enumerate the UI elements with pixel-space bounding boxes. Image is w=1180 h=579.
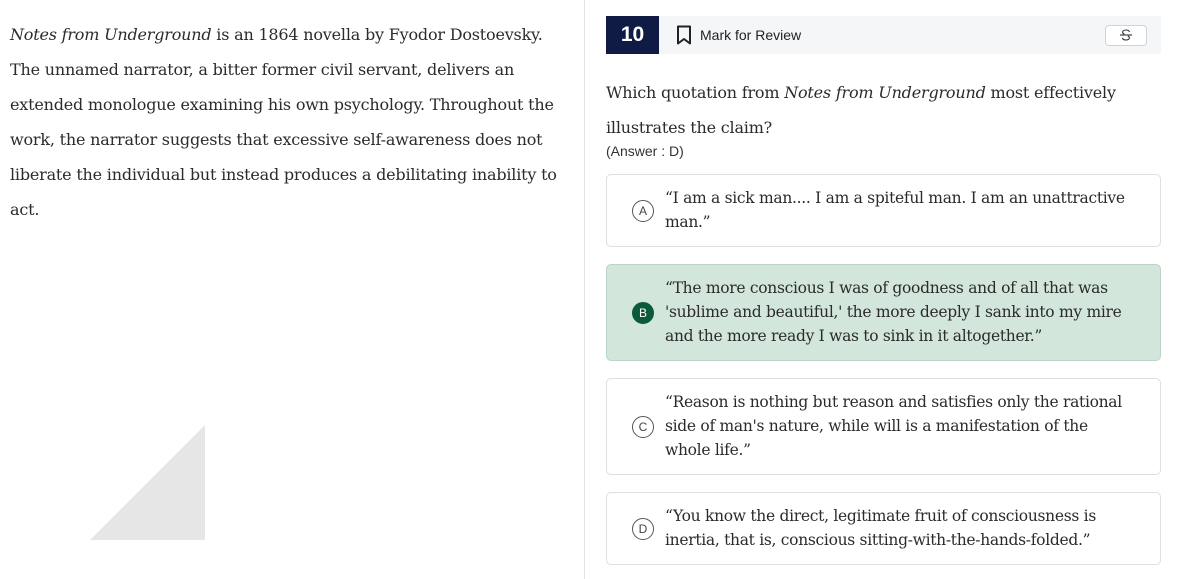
option-letter-c: C: [632, 416, 654, 438]
bookmark-icon: [676, 25, 692, 45]
option-text-b: “The more conscious I was of goodness an…: [665, 279, 1122, 345]
option-text-a: “I am a sick man.... I am a spiteful man…: [665, 189, 1125, 231]
strikethrough-toggle-button[interactable]: [1105, 25, 1147, 46]
decorative-triangle: [90, 425, 205, 540]
passage-title: Notes from Underground: [10, 25, 212, 44]
question-number: 10: [606, 16, 659, 54]
option-letter-d: D: [632, 518, 654, 540]
option-letter-b: B: [632, 302, 654, 324]
question-header: 10 Mark for Review: [606, 16, 1161, 54]
passage-body: is an 1864 novella by Fyodor Dostoevsky.…: [10, 25, 557, 219]
question-prefix: Which quotation from: [606, 83, 785, 102]
option-text-d: “You know the direct, legitimate fruit o…: [665, 507, 1096, 549]
passage-text: Notes from Underground is an 1864 novell…: [10, 17, 570, 227]
mark-for-review-button[interactable]: Mark for Review: [676, 16, 801, 54]
answer-option-d[interactable]: D “You know the direct, legitimate fruit…: [606, 492, 1161, 565]
question-text: Which quotation from Notes from Undergro…: [606, 75, 1166, 145]
answer-note: (Answer : D): [606, 143, 684, 159]
answer-option-a[interactable]: A “I am a sick man.... I am a spiteful m…: [606, 174, 1161, 247]
mark-for-review-label: Mark for Review: [700, 27, 802, 43]
option-text-c: “Reason is nothing but reason and satisf…: [665, 393, 1122, 459]
strikethrough-icon: [1119, 26, 1133, 45]
passage-pane: Notes from Underground is an 1864 novell…: [0, 0, 585, 579]
answer-option-b[interactable]: B “The more conscious I was of goodness …: [606, 264, 1161, 361]
option-letter-a: A: [632, 200, 654, 222]
question-title: Notes from Underground: [784, 83, 986, 102]
answer-option-c[interactable]: C “Reason is nothing but reason and sati…: [606, 378, 1161, 475]
question-pane: 10 Mark for Review Which quotation from …: [586, 0, 1180, 579]
